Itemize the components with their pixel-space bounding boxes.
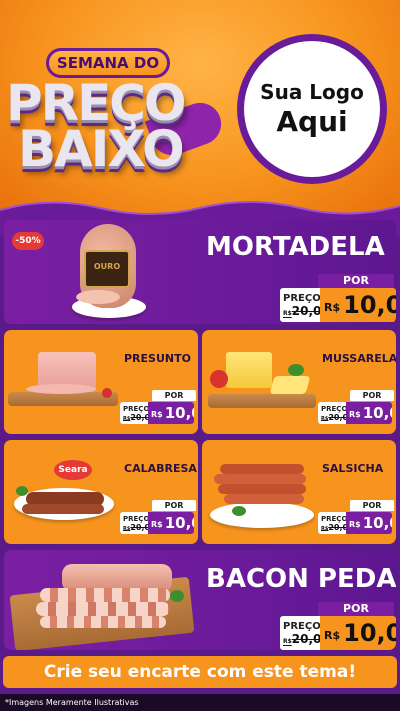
old-price: PREÇO R$20,00: [280, 616, 330, 650]
por-label: POR: [350, 390, 394, 401]
logo-inner: Sua Logo Aqui: [244, 41, 380, 177]
discount-badge: -50%: [12, 232, 44, 250]
mussarela-image: [206, 344, 318, 424]
new-price: R$ 10,00 KG: [320, 288, 396, 322]
old-price: PREÇO R$20,00: [120, 512, 156, 534]
presunto-image: [8, 346, 118, 424]
new-price: R$ 10,00: [148, 402, 194, 424]
old-price: PREÇO R$20,00: [318, 512, 354, 534]
price-block: POR PREÇO R$20,00 R$ 10,00 KG: [280, 274, 396, 322]
price-block: POR PREÇO R$20,00 R$ 10,00 KG: [280, 602, 396, 650]
ouro-label: OURO: [84, 250, 130, 288]
por-label: POR: [318, 274, 394, 288]
title-baixo: BAIXO: [18, 120, 185, 178]
logo-placeholder[interactable]: Sua Logo Aqui: [237, 34, 387, 184]
por-label: POR: [152, 500, 196, 511]
price-block: POR PREÇO R$20,00 R$ 10,00: [120, 500, 196, 534]
card-salsicha[interactable]: SALSICHA POR PREÇO R$20,00 R$ 10,00: [202, 440, 396, 544]
logo-text-line2: Aqui: [276, 105, 348, 138]
card-calabresa[interactable]: Seara CALABRESA POR PREÇO R$20,00 R$ 10,…: [4, 440, 198, 544]
disclaimer-note: *Imagens Meramente Ilustrativas: [0, 694, 400, 711]
new-price: R$ 10,00: [148, 512, 194, 534]
product-name: PRESUNTO: [124, 352, 191, 365]
por-label: POR: [152, 390, 196, 401]
bacon-image: [9, 556, 196, 650]
old-price: PREÇO R$20,00: [318, 402, 354, 424]
price-block: POR PREÇO R$20,00 R$ 10,00: [318, 500, 394, 534]
new-price: R$ 10,00 KG: [320, 616, 396, 650]
card-bacon[interactable]: BACON PEDAÇO POR PREÇO R$20,00 R$ 10,00 …: [4, 550, 396, 650]
logo-text-line1: Sua Logo: [260, 80, 364, 104]
card-mussarela[interactable]: MUSSARELA POR PREÇO R$20,00 R$ 10,00: [202, 330, 396, 434]
new-price: R$ 10,00: [346, 402, 392, 424]
price-block: POR PREÇO R$20,00 R$ 10,00: [318, 390, 394, 424]
old-price: PREÇO R$20,00: [120, 402, 156, 424]
salsicha-image: [206, 454, 318, 538]
new-price: R$ 10,00: [346, 512, 392, 534]
mortadela-image: OURO: [70, 224, 150, 320]
calabresa-image: Seara: [8, 458, 120, 538]
product-name: BACON PEDAÇO: [206, 564, 396, 594]
price-block: POR PREÇO R$20,00 R$ 10,00: [120, 390, 196, 424]
cta-create-flyer-button[interactable]: Crie seu encarte com este tema!: [3, 656, 397, 688]
por-label: POR: [318, 602, 394, 616]
por-label: POR: [350, 500, 394, 511]
product-name: CALABRESA: [124, 462, 197, 475]
card-mortadela[interactable]: -50% OURO MORTADELA POR PREÇO R$20,00 R$…: [4, 220, 396, 324]
product-name: MORTADELA: [206, 232, 385, 262]
old-price: PREÇO R$20,00: [280, 288, 330, 322]
product-name: SALSICHA: [322, 462, 384, 475]
seara-logo: Seara: [54, 460, 92, 480]
product-name: MUSSARELA: [322, 352, 396, 365]
card-presunto[interactable]: PRESUNTO POR PREÇO R$20,00 R$ 10,00: [4, 330, 198, 434]
header-banner: SEMANA DO PREÇO BAIXO Sua Logo Aqui: [0, 0, 400, 215]
